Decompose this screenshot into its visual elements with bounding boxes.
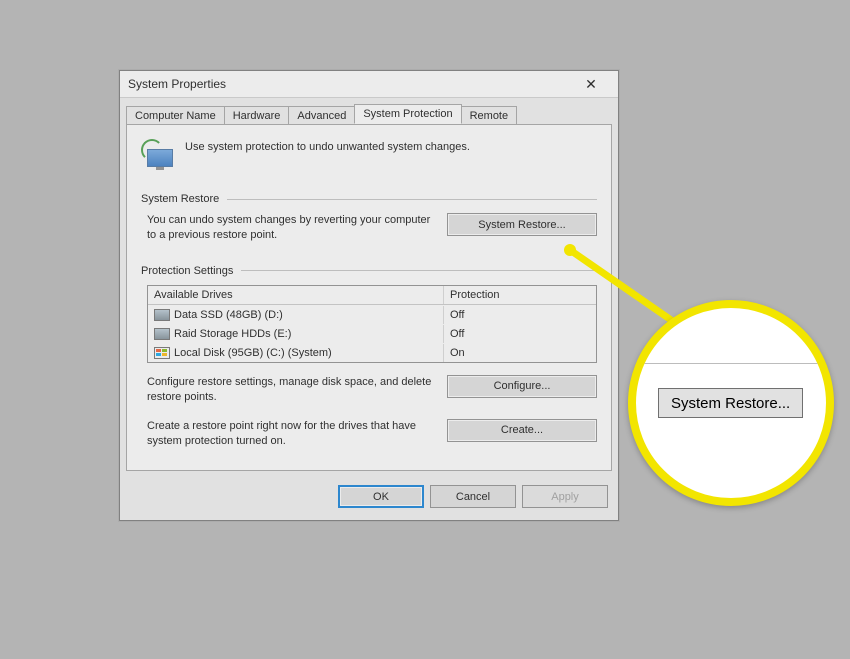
drive-protection: On xyxy=(444,344,596,362)
drive-row[interactable]: Local Disk (95GB) (C:) (System) On xyxy=(148,343,596,362)
drive-name: Local Disk (95GB) (C:) (System) xyxy=(174,347,332,359)
section-protection-settings: Protection Settings Available Drives Pro… xyxy=(141,265,597,449)
drives-header-protection: Protection xyxy=(444,286,596,304)
intro-row: Use system protection to undo unwanted s… xyxy=(141,135,597,175)
system-restore-desc: You can undo system changes by reverting… xyxy=(147,213,437,243)
drive-protection: Off xyxy=(444,306,596,324)
tab-panel-system-protection: Use system protection to undo unwanted s… xyxy=(126,124,612,471)
section-system-restore: System Restore You can undo system chang… xyxy=(141,193,597,243)
drives-list: Available Drives Protection Data SSD (48… xyxy=(147,285,597,363)
create-button[interactable]: Create... xyxy=(447,419,597,442)
tab-hardware[interactable]: Hardware xyxy=(224,106,290,125)
magnified-system-restore-button: System Restore... xyxy=(658,388,803,418)
cancel-button[interactable]: Cancel xyxy=(430,485,516,508)
configure-desc: Configure restore settings, manage disk … xyxy=(147,375,437,405)
system-restore-title: System Restore xyxy=(141,193,219,205)
title-bar: System Properties ✕ xyxy=(120,71,618,98)
dialog-button-row: OK Cancel Apply xyxy=(120,477,618,520)
system-properties-dialog: System Properties ✕ Computer Name Hardwa… xyxy=(119,70,619,521)
drives-header-available: Available Drives xyxy=(148,286,444,304)
ok-button[interactable]: OK xyxy=(338,485,424,508)
window-title: System Properties xyxy=(128,77,572,91)
tab-remote[interactable]: Remote xyxy=(461,106,518,125)
tab-strip: Computer Name Hardware Advanced System P… xyxy=(120,98,618,124)
magnifier-callout: System Restore... xyxy=(628,300,834,506)
windows-disk-icon xyxy=(154,347,170,359)
drive-name: Data SSD (48GB) (D:) xyxy=(174,309,283,321)
drive-protection: Off xyxy=(444,325,596,343)
tab-system-protection[interactable]: System Protection xyxy=(354,104,461,124)
system-restore-button[interactable]: System Restore... xyxy=(447,213,597,236)
intro-text: Use system protection to undo unwanted s… xyxy=(185,139,470,153)
tab-computer-name[interactable]: Computer Name xyxy=(126,106,225,125)
apply-button: Apply xyxy=(522,485,608,508)
protection-settings-title: Protection Settings xyxy=(141,265,233,277)
divider xyxy=(227,199,597,200)
tab-advanced[interactable]: Advanced xyxy=(288,106,355,125)
drive-row[interactable]: Data SSD (48GB) (D:) Off xyxy=(148,305,596,324)
close-button[interactable]: ✕ xyxy=(572,74,610,94)
system-protection-icon xyxy=(141,139,175,173)
configure-button[interactable]: Configure... xyxy=(447,375,597,398)
close-icon: ✕ xyxy=(585,77,597,91)
drive-name: Raid Storage HDDs (E:) xyxy=(174,328,291,340)
create-desc: Create a restore point right now for the… xyxy=(147,419,437,449)
hdd-icon xyxy=(154,309,170,321)
drive-row[interactable]: Raid Storage HDDs (E:) Off xyxy=(148,324,596,343)
divider xyxy=(241,270,597,271)
hdd-icon xyxy=(154,328,170,340)
